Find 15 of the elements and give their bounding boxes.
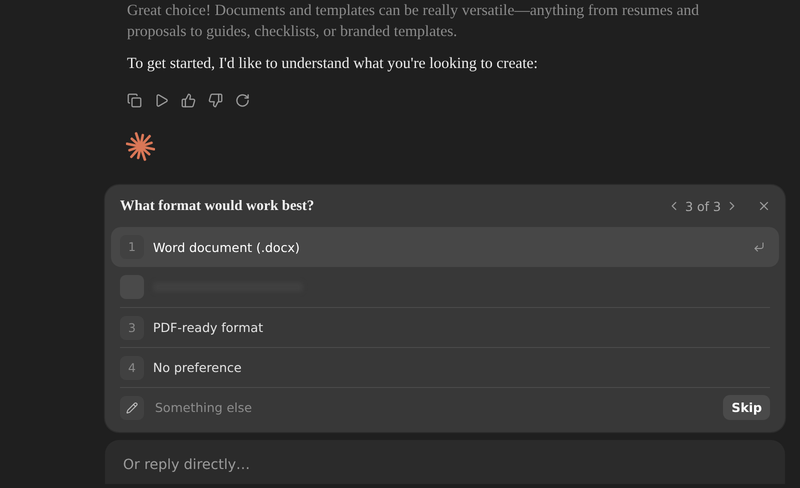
option-label: PDF-ready format — [153, 320, 264, 335]
message-text: To get started, I'd like to understand what you're looking to create: — [127, 54, 539, 74]
skip-button[interactable]: Skip — [723, 395, 770, 420]
option-row[interactable]: 3 PDF-ready format — [120, 307, 770, 347]
option-label: Word document (.docx) — [153, 240, 301, 254]
question-title: What format would work best? — [120, 198, 316, 214]
option-label: No preference — [153, 360, 243, 375]
option-row[interactable]: 1 Word document (.docx) — [111, 227, 779, 267]
reply-field[interactable]: Or reply directly… — [105, 440, 785, 484]
page-counter: 3 of 3 — [685, 198, 721, 214]
option-number: 4 — [120, 356, 144, 380]
other-answer-field[interactable]: Something else — [153, 399, 724, 416]
option-number: 1 — [120, 235, 144, 259]
option-row[interactable]: 4 No preference — [120, 347, 770, 387]
option-number: 3 — [120, 316, 144, 340]
